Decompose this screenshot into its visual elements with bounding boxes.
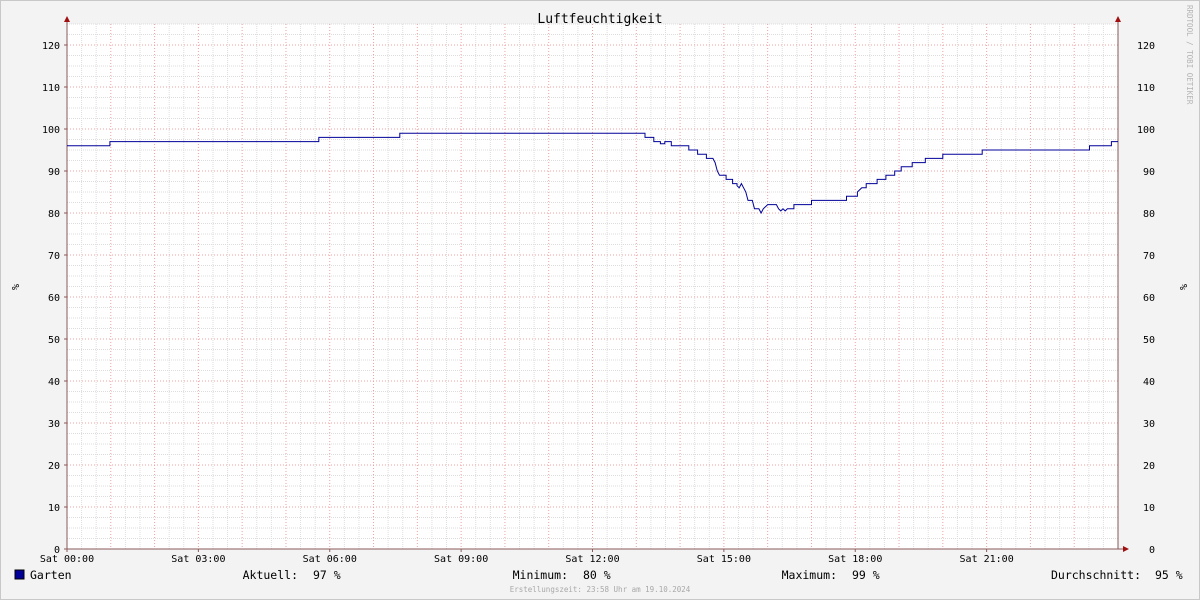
y-tick-label-right: 10 bbox=[1143, 503, 1155, 514]
y-tick-label-right: 50 bbox=[1143, 335, 1155, 346]
rrdtool-watermark: RRDTOOL / TOBI OETIKER bbox=[1185, 5, 1194, 105]
y-axis-right-arrow bbox=[1115, 16, 1121, 22]
creation-timestamp: Erstellungszeit: 23:58 Uhr am 19.10.2024 bbox=[510, 585, 691, 594]
legend-swatch-garten bbox=[14, 569, 25, 580]
stat-minimum-label: Minimum: bbox=[513, 568, 568, 582]
chart-title: Luftfeuchtigkeit bbox=[537, 12, 662, 27]
y-tick-label-right: 60 bbox=[1143, 293, 1155, 304]
y-axis-label-right: % bbox=[1177, 284, 1188, 290]
y-tick-label-left: 30 bbox=[48, 419, 60, 430]
x-tick-label: Sat 09:00 bbox=[434, 554, 488, 565]
y-axis-left-arrow bbox=[64, 16, 70, 22]
x-tick-label: Sat 06:00 bbox=[303, 554, 357, 565]
y-tick-label-right: 80 bbox=[1143, 209, 1155, 220]
stat-current-label: Aktuell: bbox=[243, 568, 298, 582]
y-tick-label-right: 40 bbox=[1143, 377, 1155, 388]
x-tick-label: Sat 18:00 bbox=[828, 554, 882, 565]
y-tick-label-right: 70 bbox=[1143, 251, 1155, 262]
y-tick-label-right: 120 bbox=[1137, 41, 1155, 52]
y-tick-label-left: 60 bbox=[48, 293, 60, 304]
stat-current-value: 97 % bbox=[313, 568, 341, 582]
x-tick-label: Sat 03:00 bbox=[171, 554, 225, 565]
y-tick-label-left: 100 bbox=[42, 125, 60, 136]
y-tick-label-left: 50 bbox=[48, 335, 60, 346]
x-tick-label: Sat 00:00 bbox=[40, 554, 94, 565]
y-tick-label-right: 90 bbox=[1143, 167, 1155, 178]
y-tick-label-right: 30 bbox=[1143, 419, 1155, 430]
y-tick-labels-right: 0 10 20 30 40 50 60 70 80 90 100 110 120 bbox=[1137, 41, 1155, 556]
stat-average-value: 95 % bbox=[1155, 568, 1183, 582]
stat-average-label: Durchschnitt: bbox=[1051, 568, 1141, 582]
y-tick-labels-left: 0102030405060708090100110120 bbox=[42, 41, 60, 556]
y-tick-label-left: 90 bbox=[48, 167, 60, 178]
y-tick-label-right: 100 bbox=[1137, 125, 1155, 136]
y-axis-label-left: % bbox=[9, 284, 20, 290]
x-tick-label: Sat 21:00 bbox=[960, 554, 1014, 565]
legend-label-garten: Garten bbox=[30, 568, 72, 582]
y-tick-label-left: 110 bbox=[42, 83, 60, 94]
stat-minimum-value: 80 % bbox=[583, 568, 611, 582]
y-tick-label-left: 70 bbox=[48, 251, 60, 262]
x-tick-label: Sat 12:00 bbox=[565, 554, 619, 565]
y-tick-label-left: 20 bbox=[48, 461, 60, 472]
y-tick-label-right: 0 bbox=[1149, 545, 1155, 556]
stat-maximum-label: Maximum: bbox=[782, 568, 837, 582]
stat-maximum-value: 99 % bbox=[852, 568, 880, 582]
y-tick-label-left: 40 bbox=[48, 377, 60, 388]
x-axis-arrow bbox=[1123, 546, 1129, 552]
y-tick-label-left: 80 bbox=[48, 209, 60, 220]
x-tick-labels: Sat 00:00 Sat 03:00 Sat 06:00 Sat 09:00 Sat … bbox=[40, 554, 1014, 565]
x-tick-label: Sat 15:00 bbox=[697, 554, 751, 565]
y-tick-label-right: 20 bbox=[1143, 461, 1155, 472]
y-tick-label-left: 120 bbox=[42, 41, 60, 52]
y-tick-label-left: 10 bbox=[48, 503, 60, 514]
y-tick-label-right: 110 bbox=[1137, 83, 1155, 94]
humidity-chart: 0 10 20 30 40 50 60 70 80 90 100 110 120 0 10 20 30 40 50… bbox=[9, 5, 1194, 594]
